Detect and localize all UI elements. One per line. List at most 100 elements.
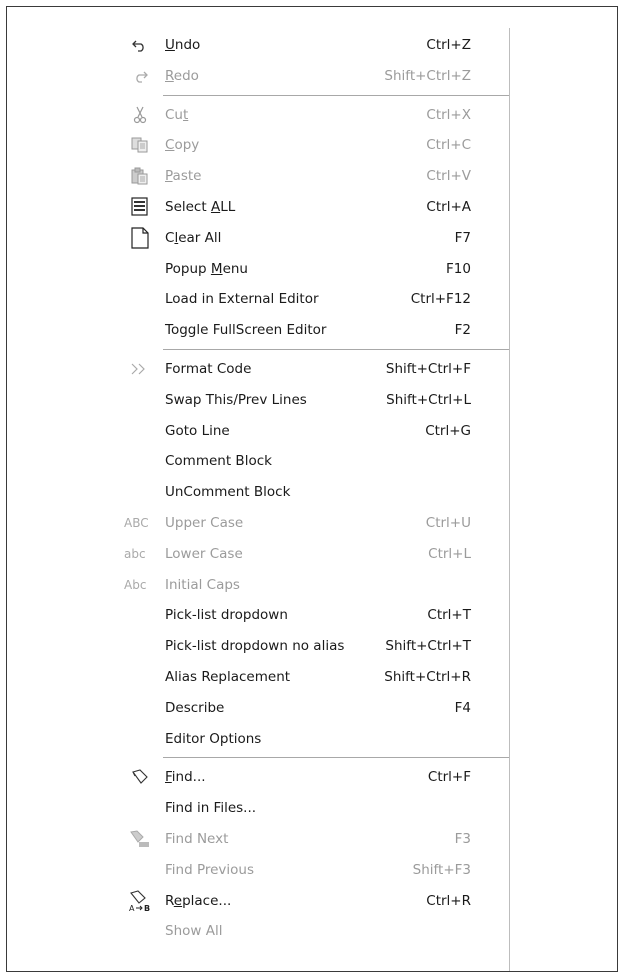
menu-item-uncomment-block[interactable]: UnComment Block — [125, 477, 509, 508]
menu-item-shortcut: Ctrl+F — [427, 769, 471, 786]
svg-text:B: B — [144, 904, 150, 912]
menu-item-shortcut: Ctrl+T — [427, 607, 471, 624]
initial-caps-icon: Abc — [124, 577, 147, 592]
menu-item-show-all: Show All — [125, 916, 509, 947]
menu-separator — [125, 754, 509, 762]
menu-item-shortcut: Ctrl+R — [426, 892, 471, 909]
menu-item-format-code[interactable]: Format Code Shift+Ctrl+F — [125, 354, 509, 385]
menu-item-shortcut: Ctrl+X — [426, 106, 471, 123]
replace-icon: AB — [129, 889, 151, 912]
menu-item-label: Show All — [165, 923, 223, 940]
menu-item-alias-replacement[interactable]: Alias Replacement Shift+Ctrl+R — [125, 662, 509, 693]
menu-item-label: Format Code — [165, 360, 252, 377]
menu-item-label: Find Next — [165, 830, 229, 847]
menu-item-shortcut: Ctrl+L — [428, 545, 471, 562]
menu-item-shortcut: Shift+Ctrl+Z — [384, 67, 471, 84]
menu-item-shortcut: Shift+Ctrl+R — [384, 668, 471, 685]
menu-item-label: Upper Case — [165, 514, 244, 531]
menu-item-label: Comment Block — [165, 453, 272, 470]
menu-item-find-next: Find Next F3 — [125, 824, 509, 855]
menu-item-paste: Paste Ctrl+V — [125, 161, 509, 192]
menu-right-border — [509, 28, 510, 971]
menu-item-shortcut: Shift+Ctrl+L — [386, 391, 471, 408]
menu-item-label: Paste — [165, 168, 202, 185]
paste-icon — [129, 166, 151, 186]
menu-item-shortcut: F3 — [454, 830, 471, 847]
context-menu: Undo Ctrl+Z Redo Shift+Ctrl+Z Cut Ctrl+X Copy C… — [124, 30, 509, 947]
menu-item-shortcut: Ctrl+A — [426, 198, 471, 215]
menu-item-shortcut: Shift+Ctrl+T — [385, 638, 471, 655]
menu-item-label: Redo — [165, 67, 199, 84]
undo-icon — [129, 35, 151, 55]
menu-item-find[interactable]: Find... Ctrl+F — [125, 762, 509, 793]
menu-item-label: Swap This/Prev Lines — [165, 391, 307, 408]
menu-item-swap-this-prev-lines[interactable]: Swap This/Prev Lines Shift+Ctrl+L — [125, 385, 509, 416]
menu-item-comment-block[interactable]: Comment Block — [125, 446, 509, 477]
menu-item-pick-list-dropdown-no-alias[interactable]: Pick-list dropdown no alias Shift+Ctrl+T — [125, 631, 509, 662]
lower-case-icon: abc — [124, 546, 146, 561]
menu-item-shortcut: Shift+F3 — [412, 861, 471, 878]
menu-item-label: Describe — [165, 699, 225, 716]
redo-icon — [129, 66, 151, 86]
menu-item-popup-menu[interactable]: Popup Menu F10 — [125, 254, 509, 285]
menu-item-shortcut: Ctrl+V — [426, 168, 471, 185]
menu-item-goto-line[interactable]: Goto Line Ctrl+G — [125, 416, 509, 447]
menu-item-label: Select ALL — [165, 198, 236, 215]
select-all-icon — [129, 197, 151, 217]
menu-item-label: Find Previous — [165, 861, 255, 878]
cut-icon — [129, 105, 151, 125]
menu-item-select-all[interactable]: Select ALL Ctrl+A — [125, 192, 509, 223]
find-next-icon — [129, 829, 151, 849]
menu-item-shortcut: Shift+Ctrl+F — [385, 360, 471, 377]
find-icon — [129, 767, 151, 787]
menu-item-label: Pick-list dropdown no alias — [165, 638, 345, 655]
format-code-icon — [129, 359, 151, 379]
menu-item-find-previous: Find Previous Shift+F3 — [125, 855, 509, 886]
menu-item-label: Toggle FullScreen Editor — [165, 322, 327, 339]
menu-item-upper-case: ABC Upper Case Ctrl+U — [124, 508, 509, 539]
menu-separator — [125, 346, 509, 354]
menu-item-label: Cut — [165, 106, 189, 123]
menu-item-shortcut: F4 — [454, 699, 471, 716]
menu-item-undo[interactable]: Undo Ctrl+Z — [125, 30, 509, 61]
menu-item-lower-case: abc Lower Case Ctrl+L — [124, 539, 509, 570]
menu-item-label: Copy — [165, 137, 200, 154]
menu-item-copy: Copy Ctrl+C — [125, 130, 509, 161]
menu-item-label: Lower Case — [165, 545, 243, 562]
menu-item-label: Editor Options — [165, 730, 262, 747]
menu-item-label: Popup Menu — [165, 260, 248, 277]
menu-item-replace[interactable]: A B Replace... Ctrl+R — [125, 886, 509, 917]
menu-item-shortcut: Ctrl+U — [425, 514, 471, 531]
menu-item-shortcut: F7 — [454, 229, 471, 246]
menu-item-label: Undo — [165, 37, 201, 53]
upper-case-icon: ABC — [124, 515, 149, 530]
menu-item-find-in-files[interactable]: Find in Files... — [125, 793, 509, 824]
menu-item-shortcut: F10 — [446, 260, 471, 277]
menu-item-label: Clear All — [165, 229, 222, 246]
menu-item-shortcut: F2 — [454, 322, 471, 339]
menu-item-initial-caps: Abc Initial Caps — [124, 570, 509, 601]
menu-item-shortcut: Ctrl+Z — [426, 37, 471, 53]
menu-item-load-in-external-editor[interactable]: Load in External Editor Ctrl+F12 — [125, 284, 509, 315]
menu-item-editor-options[interactable]: Editor Options — [125, 724, 509, 755]
menu-item-shortcut: Ctrl+C — [426, 137, 471, 154]
menu-item-shortcut: Ctrl+G — [425, 422, 471, 439]
menu-item-label: Alias Replacement — [165, 668, 291, 685]
menu-item-label: Goto Line — [165, 422, 230, 439]
copy-icon — [129, 135, 151, 155]
menu-separator — [125, 92, 509, 100]
clear-all-icon — [129, 227, 151, 249]
menu-item-label: UnComment Block — [165, 484, 291, 501]
menu-item-toggle-fullscreen-editor[interactable]: Toggle FullScreen Editor F2 — [125, 315, 509, 346]
menu-item-label: Find in Files... — [165, 800, 257, 817]
menu-item-label: Replace... — [165, 892, 232, 909]
menu-item-label: Find... — [165, 769, 206, 786]
menu-item-shortcut: Ctrl+F12 — [410, 291, 471, 308]
menu-item-redo: Redo Shift+Ctrl+Z — [125, 61, 509, 92]
menu-item-describe[interactable]: Describe F4 — [125, 693, 509, 724]
menu-item-label: Load in External Editor — [165, 291, 319, 308]
menu-item-label: Pick-list dropdown — [165, 607, 288, 624]
menu-item-clear-all[interactable]: Clear All F7 — [125, 223, 509, 254]
menu-item-label: Initial Caps — [165, 576, 240, 593]
menu-item-pick-list-dropdown[interactable]: Pick-list dropdown Ctrl+T — [125, 600, 509, 631]
